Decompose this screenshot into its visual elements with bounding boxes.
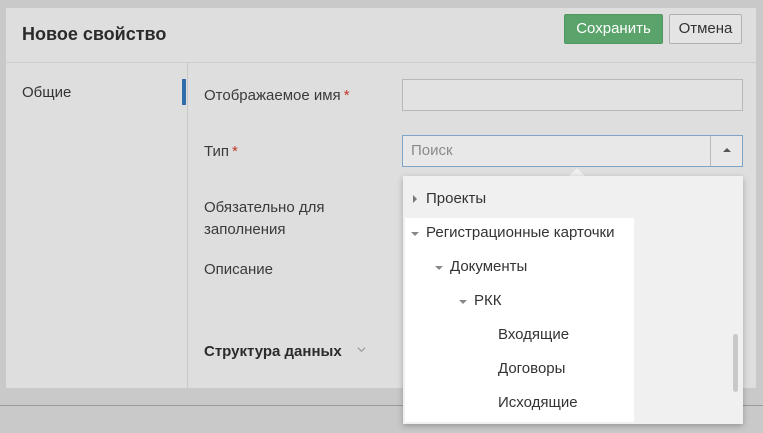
caret-up-icon — [723, 148, 731, 152]
dropdown-scrollbar[interactable] — [733, 334, 738, 392]
display-name-label-text: Отображаемое имя — [204, 87, 341, 104]
dialog-header: Новое свойство Сохранить Отмена — [6, 8, 756, 63]
required-label: Обязательно для заполнения — [204, 199, 325, 238]
tree-item-outgoing[interactable]: Исходящие — [498, 393, 578, 413]
caret-right-icon[interactable] — [413, 195, 417, 203]
tree-item-registration-cards[interactable]: Регистрационные карточки — [426, 223, 614, 243]
required-marker: * — [232, 143, 238, 160]
caret-down-icon[interactable] — [435, 266, 443, 270]
tree-item-incoming[interactable]: Входящие — [498, 325, 569, 345]
type-search-placeholder: Поиск — [411, 142, 453, 159]
caret-down-icon[interactable] — [459, 300, 467, 304]
type-label-text: Тип — [204, 143, 230, 160]
tree-item-projects[interactable]: Проекты — [426, 189, 486, 209]
sidebar-nav: Общие — [6, 63, 188, 388]
required-marker: * — [343, 87, 350, 104]
sidebar-item-general[interactable]: Общие — [22, 84, 71, 101]
type-dropdown-tree: Проекты Регистрационные карточки Докумен… — [403, 176, 743, 424]
tree-item-documents[interactable]: Документы — [450, 257, 527, 277]
dropdown-toggle-button[interactable] — [710, 136, 742, 166]
dialog-title: Новое свойство — [22, 24, 167, 44]
type-label: Тип * — [204, 141, 238, 163]
caret-down-icon[interactable] — [411, 232, 419, 236]
dropdown-pointer — [569, 168, 585, 176]
type-search-input[interactable]: Поиск — [402, 135, 743, 167]
description-label: Описание — [204, 261, 274, 278]
dropdown-highlight-area — [405, 218, 634, 422]
display-name-field[interactable] — [402, 79, 743, 111]
data-structure-title[interactable]: Структура данных — [204, 343, 342, 360]
tree-item-rkk[interactable]: РКК — [474, 291, 501, 311]
tree-item-contracts[interactable]: Договоры — [498, 359, 565, 379]
display-name-label: Отображаемое имя * — [204, 85, 350, 107]
cancel-button[interactable]: Отмена — [669, 14, 742, 44]
save-button[interactable]: Сохранить — [564, 14, 663, 44]
chevron-down-icon[interactable] — [357, 345, 366, 354]
active-nav-indicator — [182, 79, 186, 105]
